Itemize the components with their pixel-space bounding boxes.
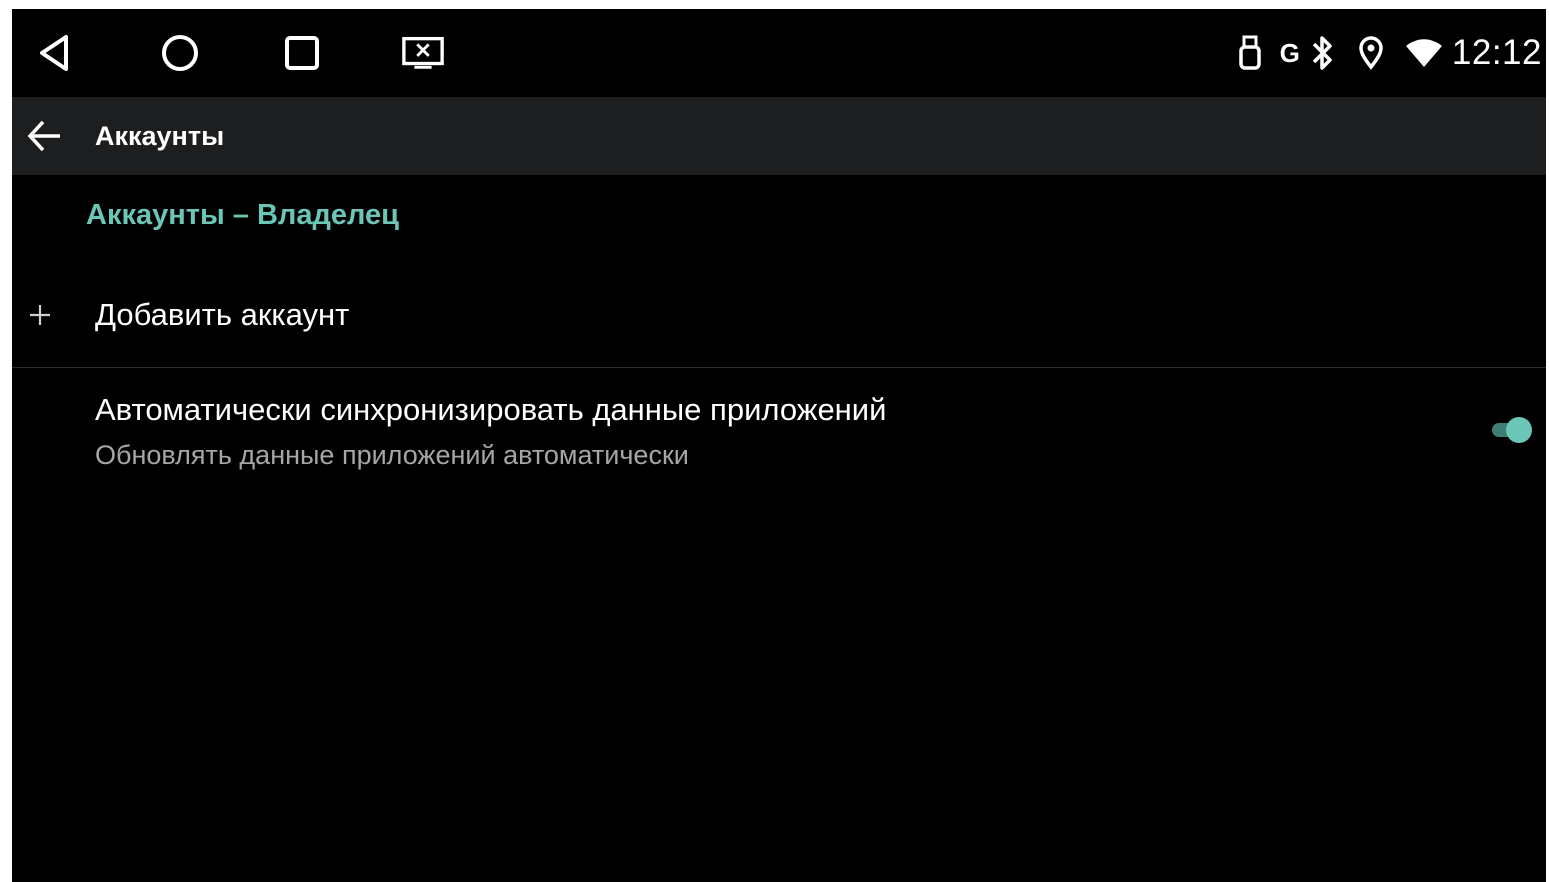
toggle-thumb: [1506, 417, 1532, 443]
auto-sync-row[interactable]: Автоматически синхронизировать данные пр…: [12, 368, 1546, 488]
plus-icon: [26, 301, 54, 329]
app-bar: Аккаунты: [12, 97, 1546, 175]
home-nav-icon[interactable]: [158, 31, 202, 75]
clock: 12:12: [1451, 33, 1542, 72]
recents-nav-icon[interactable]: [280, 31, 324, 75]
bluetooth-icon: [1310, 34, 1334, 72]
status-bar: G 12:12: [12, 9, 1546, 97]
add-account-label: Добавить аккаунт: [95, 297, 350, 332]
screenshot-nav-icon[interactable]: [401, 31, 445, 75]
auto-sync-summary: Обновлять данные приложений автоматическ…: [95, 440, 689, 470]
wifi-icon: [1404, 37, 1444, 69]
g-network-icon: G: [1279, 38, 1300, 68]
section-header: Аккаунты – Владелец: [86, 199, 399, 231]
usb-drive-icon: [1238, 35, 1262, 71]
add-account-row[interactable]: Добавить аккаунт: [12, 271, 1546, 367]
auto-sync-toggle[interactable]: [1490, 416, 1532, 444]
back-nav-icon[interactable]: [34, 31, 78, 75]
status-icons: G 12:12: [1220, 29, 1542, 77]
android-screen: G 12:12 Аккаунты Аккаунты – Владелец Доб…: [12, 9, 1546, 882]
page-title: Аккаунты: [95, 121, 225, 151]
location-icon: [1358, 36, 1384, 70]
arrow-back-icon[interactable]: [24, 116, 64, 156]
auto-sync-title: Автоматически синхронизировать данные пр…: [95, 392, 887, 427]
